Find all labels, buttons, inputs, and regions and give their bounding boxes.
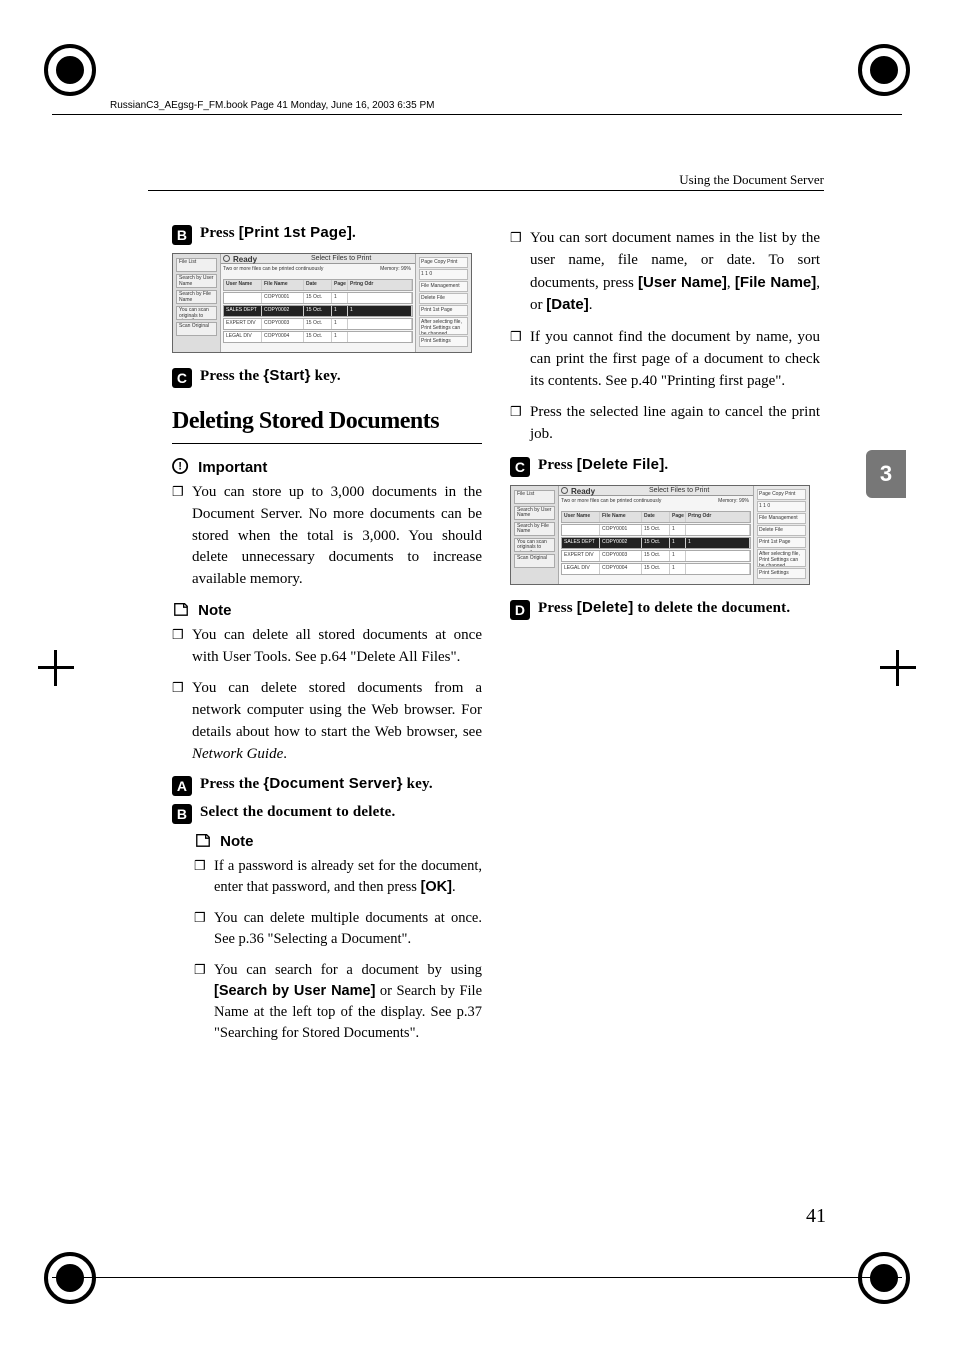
note-icon — [172, 601, 190, 617]
nested-note-block: Note If a password is already set for th… — [172, 832, 482, 1044]
running-head: Using the Document Server — [679, 172, 824, 188]
header-rule — [148, 190, 824, 191]
delete-label: [Delete] — [577, 599, 634, 616]
nested-note-p2: You can delete multiple documents at onc… — [194, 908, 482, 950]
registration-mark-icon — [858, 44, 910, 96]
crosshair-icon — [880, 650, 916, 686]
registration-mark-icon — [44, 1252, 96, 1304]
heading-deleting-stored-documents: Deleting Stored Documents — [172, 408, 482, 435]
important-icon: ! — [172, 458, 190, 474]
step-number-2b-icon: B — [172, 804, 192, 824]
chapter-tab: 3 — [866, 450, 906, 498]
heading-rule — [172, 443, 482, 444]
registration-mark-icon — [44, 44, 96, 96]
crosshair-icon — [38, 650, 74, 686]
screenshot-delete-file: File ListSearch by User NameSearch by Fi… — [510, 485, 810, 585]
step1-text: Press the {Document Server} key. — [200, 776, 433, 792]
step3b-text: Press [Delete File]. — [538, 457, 668, 473]
step3-text: Press the {Start} key. — [200, 368, 341, 384]
right-column: You can sort document names in the list … — [510, 224, 820, 628]
page-number: 41 — [806, 1205, 826, 1228]
start-key-label: {Start} — [263, 367, 310, 384]
book-header-rule — [52, 114, 902, 115]
page: RussianC3_AEgsg-F_FM.book Page 41 Monday… — [0, 0, 954, 1348]
print-1st-page-label: [Print 1st Page] — [239, 224, 352, 241]
step-3-press-start: C Press the {Start} key. — [172, 367, 482, 388]
important-subhead: ! Important — [172, 458, 482, 476]
step-number-3-icon: C — [172, 368, 192, 388]
book-header: RussianC3_AEgsg-F_FM.book Page 41 Monday… — [110, 100, 434, 111]
right-p1: You can sort document names in the list … — [510, 228, 820, 317]
step4-text: Press [Delete] to delete the document. — [538, 600, 790, 616]
left-column: B Press [Print 1st Page]. File ListSearc… — [172, 224, 482, 1054]
svg-text:!: ! — [178, 461, 182, 473]
step-number-4-icon: D — [510, 600, 530, 620]
nested-note-p3: You can search for a document by using [… — [194, 960, 482, 1044]
step-4-press-delete: D Press [Delete] to delete the document. — [510, 599, 820, 620]
document-server-key-label: {Document Server} — [263, 775, 402, 792]
step-2-select-document: B Select the document to delete. — [172, 804, 482, 824]
book-footer-rule — [52, 1277, 902, 1278]
note-p2: You can delete stored documents from a n… — [172, 678, 482, 765]
important-text: You can store up to 3,000 documents in t… — [172, 482, 482, 591]
right-p3: Press the selected line again to cancel … — [510, 402, 820, 446]
step-3-delete-file: C Press [Delete File]. — [510, 456, 820, 477]
step2-text: Press [Print 1st Page]. — [200, 225, 356, 241]
step-1-document-server: A Press the {Document Server} key. — [172, 775, 482, 796]
note-icon — [194, 832, 212, 848]
step-number-1-icon: A — [172, 776, 192, 796]
step-2-print-1st-page: B Press [Print 1st Page]. — [172, 224, 482, 245]
note-subhead: Note — [172, 601, 482, 619]
screenshot-print-1st-page: File ListSearch by User NameSearch by Fi… — [172, 253, 472, 353]
step-number-3b-icon: C — [510, 457, 530, 477]
nested-note-subhead: Note — [194, 832, 482, 850]
right-p2: If you cannot find the document by name,… — [510, 327, 820, 392]
registration-mark-icon — [858, 1252, 910, 1304]
delete-file-label: [Delete File] — [577, 456, 665, 473]
note-p1: You can delete all stored documents at o… — [172, 625, 482, 669]
step-number-2-icon: B — [172, 225, 192, 245]
nested-note-p1: If a password is already set for the doc… — [194, 856, 482, 898]
step2b-text: Select the document to delete. — [200, 804, 396, 820]
